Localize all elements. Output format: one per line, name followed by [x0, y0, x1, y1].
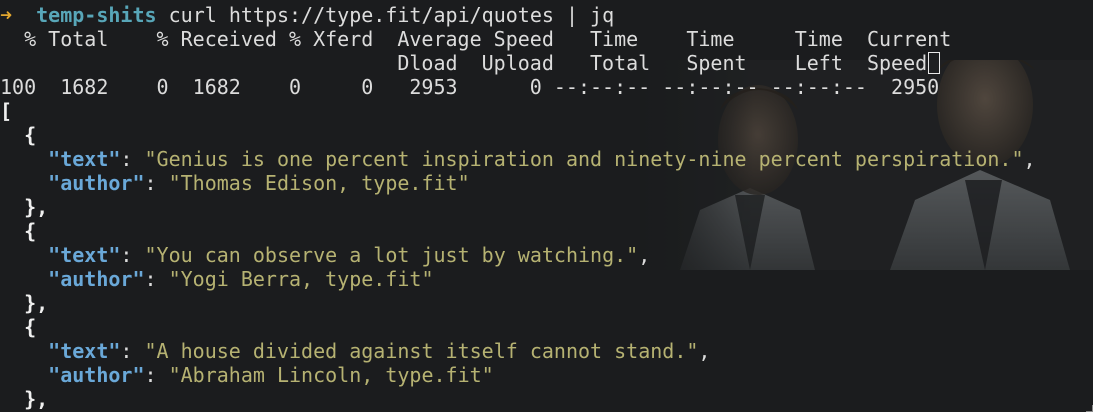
curl-progress-header-2: Dload Upload Total Spent Left Speed: [0, 51, 1093, 75]
json-author-row: "author": "Yogi Berra, type.fit": [48, 267, 434, 291]
command-text: curl https://type.fit/api/quotes | jq: [168, 3, 615, 27]
json-text-row: "text": "A house divided against itself …: [48, 339, 711, 363]
json-author-row: "author": "Thomas Edison, type.fit": [48, 171, 470, 195]
json-object-close: },: [24, 387, 49, 411]
cursor-icon: [928, 52, 941, 74]
quote-text: "A house divided against itself cannot s…: [144, 339, 699, 363]
prompt-arrow-icon: ➜: [0, 3, 13, 27]
quote-author: "Thomas Edison, type.fit": [168, 171, 470, 195]
curl-progress-row: 100 1682 0 1682 0 0 2953 0 --:--:-- --:-…: [0, 75, 940, 99]
json-key-author: "author": [48, 267, 145, 291]
json-text-row: "text": "Genius is one percent inspirati…: [48, 147, 1036, 171]
json-object-close: },: [24, 291, 49, 315]
json-key-author: "author": [48, 171, 145, 195]
quote-author: "Yogi Berra, type.fit": [168, 267, 434, 291]
json-object-open: {: [24, 219, 37, 243]
curl-progress-header-1: % Total % Received % Xferd Average Speed…: [0, 27, 952, 51]
json-array-open: [: [0, 99, 13, 123]
command-prompt-line: ➜ temp-shits curl https://type.fit/api/q…: [0, 3, 1093, 27]
json-object-close: },: [24, 195, 49, 219]
json-author-row: "author": "Abraham Lincoln, type.fit": [48, 363, 494, 387]
json-object-open: {: [24, 315, 37, 339]
json-key-author: "author": [48, 363, 145, 387]
current-directory: temp-shits: [36, 3, 157, 27]
json-text-row: "text": "You can observe a lot just by w…: [48, 243, 651, 267]
json-key-text: "text": [48, 339, 121, 363]
json-object-open: {: [24, 123, 37, 147]
terminal-output: ➜ temp-shits curl https://type.fit/api/q…: [0, 3, 1093, 411]
json-key-text: "text": [48, 147, 121, 171]
terminal-window[interactable]: ➜ temp-shits curl https://type.fit/api/q…: [0, 0, 1093, 412]
quote-text: "You can observe a lot just by watching.…: [144, 243, 639, 267]
quote-text: "Genius is one percent inspiration and n…: [144, 147, 1024, 171]
curl-progress-header-2-text: Dload Upload Total Spent Left Speed: [0, 51, 928, 75]
resize-grip-icon[interactable]: [1086, 405, 1093, 412]
quote-author: "Abraham Lincoln, type.fit": [168, 363, 494, 387]
json-key-text: "text": [48, 243, 121, 267]
